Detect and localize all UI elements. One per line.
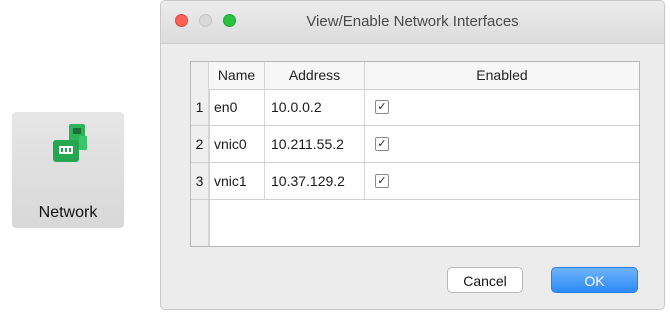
interface-address: 10.211.55.2 [265, 126, 365, 162]
interfaces-table: Name Address Enabled 1 en0 10.0.0.2 ✓ 2 … [190, 61, 640, 247]
enabled-cell: ✓ [365, 89, 639, 125]
interface-name: vnic0 [209, 126, 265, 162]
window-title: View/Enable Network Interfaces [306, 13, 519, 30]
interface-address: 10.0.0.2 [265, 89, 365, 125]
row-number: 1 [191, 89, 209, 125]
enabled-checkbox[interactable]: ✓ [375, 173, 389, 188]
network-toolbar-tile[interactable]: Network [12, 112, 124, 228]
enabled-checkbox[interactable]: ✓ [375, 136, 389, 151]
table-row[interactable]: 1 en0 10.0.0.2 ✓ [191, 89, 639, 126]
network-label: Network [38, 204, 98, 221]
interface-address: 10.37.129.2 [265, 163, 365, 199]
title-bar[interactable]: View/Enable Network Interfaces [161, 1, 664, 44]
enabled-cell: ✓ [365, 126, 639, 162]
enabled-checkbox[interactable]: ✓ [375, 99, 389, 114]
header-name[interactable]: Name [209, 62, 265, 89]
table-row[interactable]: 3 vnic1 10.37.129.2 ✓ [191, 163, 639, 200]
interface-name: en0 [209, 89, 265, 125]
ok-button[interactable]: OK [551, 267, 638, 293]
interface-name: vnic1 [209, 163, 265, 199]
network-icon [53, 124, 87, 162]
table-row[interactable]: 2 vnic0 10.211.55.2 ✓ [191, 126, 639, 163]
empty-row [191, 200, 639, 246]
header-address[interactable]: Address [265, 62, 365, 89]
enabled-cell: ✓ [365, 163, 639, 199]
header-enabled[interactable]: Enabled [365, 62, 639, 89]
header-corner [191, 62, 209, 89]
network-interfaces-dialog: View/Enable Network Interfaces Name Addr… [160, 0, 665, 310]
row-number: 3 [191, 163, 209, 199]
row-number-empty [191, 200, 209, 246]
cancel-button[interactable]: Cancel [447, 267, 523, 293]
table-header: Name Address Enabled [191, 62, 639, 90]
row-number: 2 [191, 126, 209, 162]
